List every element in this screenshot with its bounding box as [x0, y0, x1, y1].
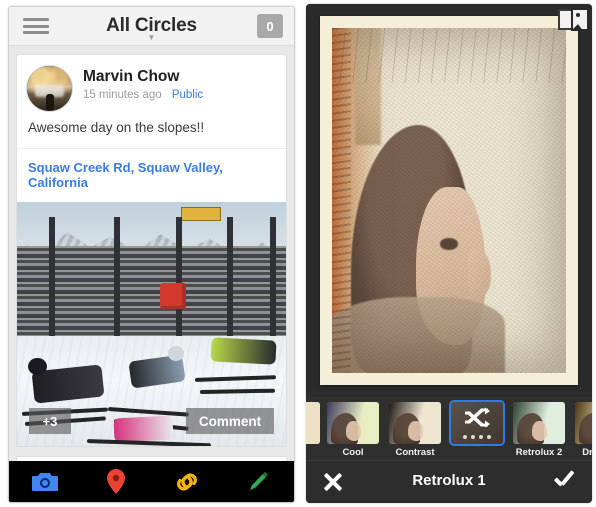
filter-item-contrast[interactable]: Contrast [386, 402, 444, 458]
post-timestamp: 15 minutes ago [83, 89, 162, 101]
notification-badge[interactable]: 0 [257, 14, 283, 38]
post-header: Marvin Chow 15 minutes ago Public [17, 55, 286, 120]
editor-bottom-bar: Retrolux 1 [306, 460, 592, 503]
chevron-down-icon[interactable]: ▼ [9, 34, 294, 42]
google-plus-stream-panel: All Circles ▼ 0 Marvin Chow 15 minutes a… [8, 6, 295, 503]
post-card[interactable]: Marvin Chow 15 minutes ago Public Awesom… [16, 54, 287, 447]
filtered-portrait-photo[interactable] [332, 28, 566, 373]
filter-item-shuffle[interactable] [448, 402, 506, 457]
decorative-sign [181, 206, 222, 221]
bottom-action-bar [9, 461, 294, 502]
filter-item[interactable] [306, 402, 320, 447]
post-photo[interactable]: +3 Comment [17, 202, 286, 446]
filter-item-retrolux-2[interactable]: Retrolux 2 [510, 402, 568, 458]
shuffle-icon [464, 407, 490, 432]
filter-thumbnail-selected[interactable] [451, 402, 503, 444]
filter-item-drama-1[interactable]: Drama 1 [572, 402, 592, 458]
filter-thumbnail[interactable] [513, 402, 565, 444]
filter-thumbnail[interactable] [575, 402, 592, 444]
photo-frame [320, 16, 578, 385]
post-author-name[interactable]: Marvin Chow [83, 68, 203, 85]
current-filter-name: Retrolux 1 [412, 472, 486, 489]
post-location-row: Squaw Creek Rd, Squaw Valley, California [17, 148, 286, 202]
link-icon[interactable] [152, 461, 223, 502]
filter-label: Retrolux 2 [515, 447, 563, 458]
post-meta: Marvin Chow 15 minutes ago Public [83, 66, 203, 101]
filter-thumbnail[interactable] [389, 402, 441, 444]
post-subline: 15 minutes ago Public [83, 89, 203, 101]
more-photos-button[interactable]: +3 [29, 408, 71, 434]
avatar[interactable] [27, 66, 72, 111]
post-text: Awesome day on the slopes!! [28, 120, 205, 135]
post-location-link[interactable]: Squaw Creek Rd, Squaw Valley, California [28, 160, 275, 190]
photo-filter-editor-panel: Cool Contrast Retrolux 2 Dr Retrolux 1 [306, 4, 592, 503]
screenshot-stage: All Circles ▼ 0 Marvin Chow 15 minutes a… [0, 0, 596, 507]
filter-item-cool[interactable]: Cool [324, 402, 382, 458]
filter-thumbnail[interactable] [327, 402, 379, 444]
filter-label: Drama 1 [582, 447, 592, 458]
stream-header: All Circles ▼ 0 [9, 7, 294, 46]
photo-canvas[interactable] [306, 4, 592, 397]
compare-before-after-icon[interactable] [558, 8, 589, 31]
pencil-icon[interactable] [223, 461, 294, 502]
post-audience[interactable]: Public [172, 89, 203, 101]
stream-scroll-area[interactable]: Marvin Chow 15 minutes ago Public Awesom… [9, 46, 294, 502]
checkmark-icon[interactable] [552, 470, 576, 494]
camera-icon[interactable] [9, 461, 80, 502]
filter-label: Contrast [395, 447, 435, 458]
location-pin-icon[interactable] [80, 461, 151, 502]
filter-variant-dots [451, 435, 503, 439]
filter-label: Cool [342, 447, 364, 458]
comment-button[interactable]: Comment [186, 408, 274, 434]
